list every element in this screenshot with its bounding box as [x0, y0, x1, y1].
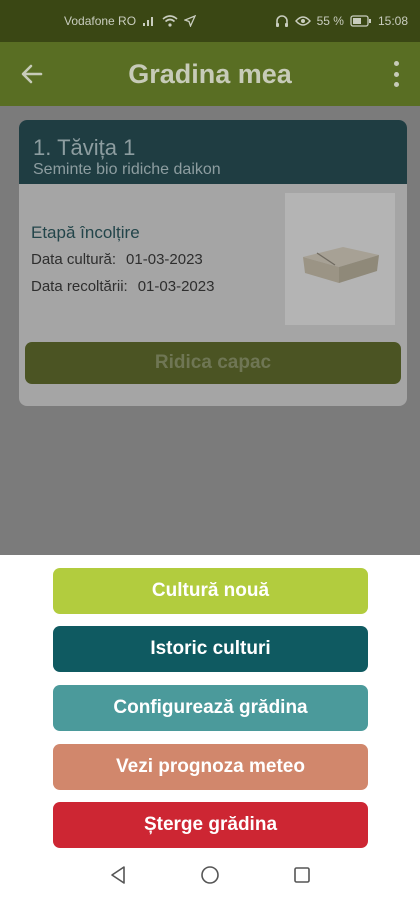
signal-icon: [143, 17, 154, 26]
app-bar: Gradina mea: [0, 42, 420, 106]
status-left: Vodafone RO: [12, 14, 197, 28]
clock: 15:08: [377, 14, 408, 28]
culture-date-value: 01-03-2023: [126, 251, 203, 268]
main-content-scrim[interactable]: 1. Tăvița 1 Seminte bio ridiche daikon E…: [0, 106, 420, 555]
tray-image: [285, 193, 395, 325]
nav-recents-button[interactable]: [290, 863, 314, 887]
headphones-icon: [275, 14, 288, 27]
tray-card[interactable]: 1. Tăvița 1 Seminte bio ridiche daikon E…: [19, 120, 407, 406]
system-nav-bar: [0, 849, 420, 900]
nav-back-button[interactable]: [106, 863, 130, 887]
tray-subtitle: Seminte bio ridiche daikon: [33, 161, 221, 178]
harvest-date-label: Data recoltării:: [31, 278, 128, 295]
harvest-date-value: 01-03-2023: [137, 278, 215, 295]
more-options-button[interactable]: [386, 58, 406, 90]
status-bar: Vodafone RO 55 % 15:08: [0, 0, 420, 42]
back-button[interactable]: [0, 42, 64, 106]
more-vertical-icon-dot: [393, 82, 399, 87]
delete-garden-button[interactable]: Șterge grădina: [53, 802, 368, 848]
status-right: 55 % 15:08: [275, 14, 408, 28]
tray-info: Etapă încolțire Data cultură: 01-03-2023…: [31, 223, 214, 305]
new-culture-button[interactable]: Cultură nouă: [53, 568, 368, 614]
growth-stage: Etapă încolțire: [31, 223, 140, 242]
back-triangle-icon: [111, 865, 125, 884]
configure-garden-button[interactable]: Configurează grădina: [53, 685, 368, 731]
bottom-sheet: Cultură nouă Istoric culturi Configureaz…: [0, 555, 420, 849]
more-vertical-icon-dot: [393, 71, 399, 77]
battery-percent: 55 %: [316, 14, 344, 28]
tray-header: 1. Tăvița 1 Seminte bio ridiche daikon: [19, 120, 407, 184]
carrier-label: Vodafone RO: [64, 14, 137, 28]
culture-date-row: Data cultură: 01-03-2023: [31, 251, 214, 268]
weather-forecast-button[interactable]: Vezi prognoza meteo: [53, 744, 368, 790]
nav-home-button[interactable]: [198, 863, 222, 887]
tray-title: 1. Tăvița 1: [33, 135, 136, 160]
arrow-left-icon: [21, 64, 43, 84]
culture-date-label: Data cultură:: [31, 251, 117, 268]
battery-icon: [350, 15, 371, 27]
culture-history-button[interactable]: Istoric culturi: [53, 626, 368, 672]
harvest-date-row: Data recoltării: 01-03-2023: [31, 278, 214, 295]
eye-icon: [294, 16, 311, 26]
location-arrow-icon: [184, 15, 197, 27]
home-circle-icon: [201, 865, 219, 884]
lift-lid-button[interactable]: Ridica capac: [25, 342, 401, 384]
tray-box-illustration: [303, 247, 379, 283]
more-vertical-icon: [393, 61, 399, 66]
wifi-icon: [162, 15, 178, 27]
recents-square-icon: [294, 866, 310, 883]
